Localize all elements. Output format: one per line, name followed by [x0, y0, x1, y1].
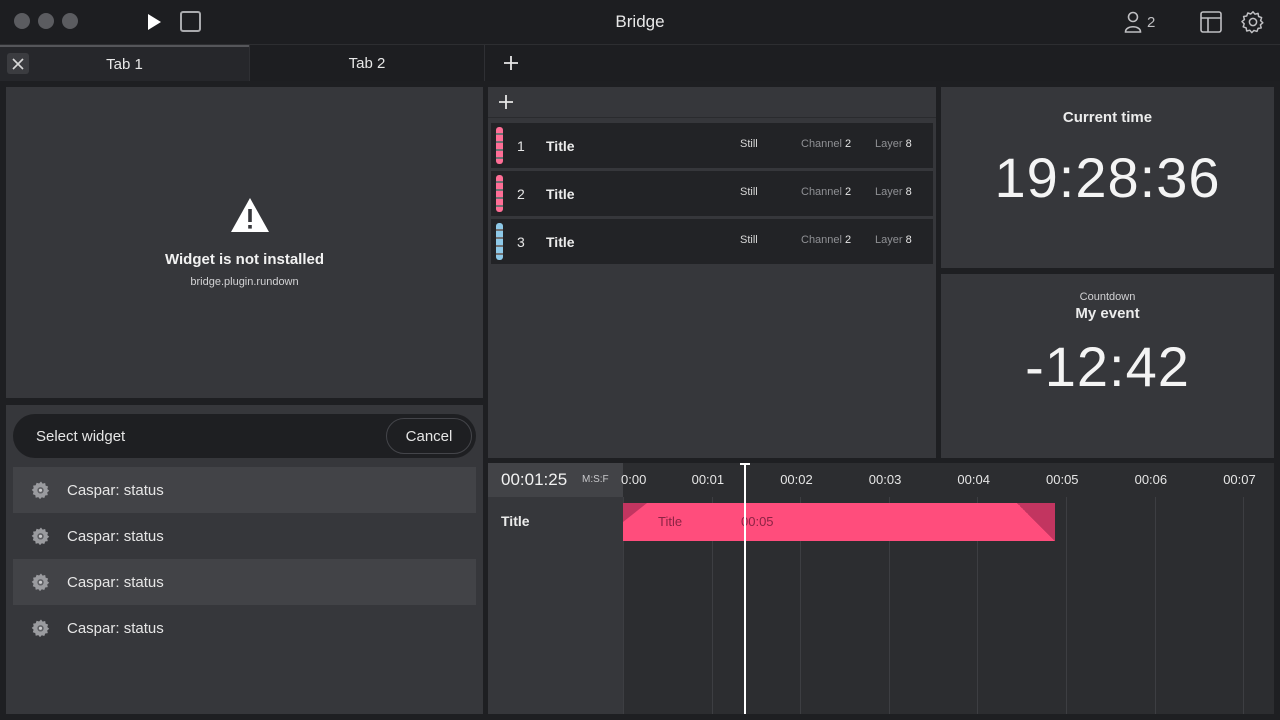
widget-list-item[interactable]: Caspar: status: [13, 559, 476, 605]
rundown-row[interactable]: 1 Title Still Channel 2 Layer 8: [491, 123, 933, 168]
current-time-panel: Current time 19:28:36: [941, 87, 1274, 268]
rundown-row-layer: Layer 8: [875, 186, 912, 198]
track-names: Title: [488, 497, 623, 714]
user-count: 2: [1147, 13, 1156, 31]
rundown-row-number: 3: [517, 234, 525, 250]
add-tab-button[interactable]: [499, 51, 523, 75]
tab-1[interactable]: Tab 1: [0, 45, 249, 81]
widget-item-label: Caspar: status: [67, 619, 164, 637]
widget-gear-icon: [31, 526, 51, 546]
widget-list-item[interactable]: Caspar: status: [13, 605, 476, 651]
rundown-row-type: Still: [740, 234, 758, 246]
rundown-row-channel: Channel 2: [801, 234, 852, 246]
app-title: Bridge: [615, 12, 665, 31]
timeline-panel: 00:01:25 M:S:F 0:00 00:01 00:02 00:03 00:04 0…: [488, 463, 1274, 714]
ruler-tick-label: 00:07: [1223, 472, 1256, 487]
rundown-row-color: [496, 127, 503, 164]
rundown-row-title: Title: [546, 234, 575, 250]
warning-title: Widget is not installed: [164, 251, 325, 268]
rundown-row-color: [496, 223, 503, 260]
countdown-label: Countdown: [1079, 291, 1136, 303]
widget-selector-panel: Select widget Cancel Caspar: status Caspa…: [6, 405, 483, 714]
rundown-row[interactable]: 3 Title Still Channel 2 Layer 8: [491, 219, 933, 264]
rundown-header: [488, 87, 936, 118]
select-widget-label: Select widget: [36, 428, 126, 445]
rundown-row-type: Still: [740, 138, 758, 150]
plugin-id: bridge.plugin.rundown: [190, 276, 299, 288]
ruler-tick-label: 00:06: [1134, 472, 1168, 487]
timeline-time-format[interactable]: M:S:F: [582, 474, 609, 485]
rundown-row[interactable]: 2 Title Still Channel 2 Layer 8: [491, 171, 933, 216]
timeline-gridline: [1243, 497, 1245, 714]
timeline-gridline: [1066, 497, 1067, 714]
clip-in-handle[interactable]: [623, 503, 647, 522]
rundown-row-layer: Layer 8: [875, 234, 912, 246]
current-time-label: Current time: [1062, 109, 1153, 126]
rundown-row-title: Title: [546, 186, 575, 202]
ruler-tick-label: 00:04: [957, 472, 990, 487]
widget-item-label: Caspar: status: [67, 481, 164, 499]
select-widget-bar: Select widget Cancel: [13, 414, 476, 458]
playhead-handle[interactable]: [740, 463, 750, 465]
rundown-row-color: [496, 175, 503, 212]
tab-bar: Tab 1 Tab 2: [0, 44, 1280, 81]
timeline-header: 00:01:25 M:S:F 0:00 00:01 00:02 00:03 00:04 0…: [488, 463, 1274, 497]
playhead[interactable]: [744, 463, 746, 714]
widget-item-label: Caspar: status: [67, 527, 164, 545]
current-time-value: 19:28:36: [994, 146, 1221, 209]
rundown-row-type: Still: [740, 186, 758, 198]
timeline-gridline: [1154, 497, 1156, 714]
layout-icon[interactable]: [1199, 10, 1223, 34]
tab-label: Tab 1: [106, 55, 143, 73]
timeline-current-time: 00:01:25: [501, 470, 568, 489]
rundown-row-layer: Layer 8: [875, 138, 912, 150]
track-label: Title: [501, 513, 530, 529]
tab-2[interactable]: Tab 2: [249, 45, 485, 81]
rundown-panel: 1 Title Still Channel 2 Layer 8 2 Title Still Ch…: [488, 87, 936, 458]
timeline-clock: 00:01:25 M:S:F: [488, 463, 623, 497]
user-icon: [1124, 11, 1142, 33]
warning-icon: [231, 198, 269, 232]
clip-title: Title: [658, 514, 683, 529]
close-icon: [12, 57, 24, 70]
missing-widget-panel: Widget is not installed bridge.plugin.ru…: [6, 87, 483, 398]
add-item-icon[interactable]: [496, 92, 516, 112]
title-bar: Bridge 2: [0, 0, 1280, 44]
ruler-tick-label: 00:03: [868, 472, 902, 487]
ruler-tick-label: 00:02: [780, 472, 813, 487]
ruler-tick-label: 0:00: [621, 472, 647, 487]
widget-gear-icon: [31, 572, 51, 592]
users-indicator[interactable]: 2: [1124, 10, 1155, 34]
cancel-button[interactable]: Cancel: [386, 418, 472, 454]
rundown-row-title: Title: [546, 138, 575, 154]
timeline-clip[interactable]: Title 00:05: [623, 503, 1055, 541]
close-tab-button[interactable]: [7, 53, 29, 74]
countdown-event: My event: [1075, 305, 1140, 322]
widget-list-item[interactable]: Caspar: status: [13, 513, 476, 559]
timeline-ruler[interactable]: 0:00 00:01 00:02 00:03 00:04 00:05 00:06 00:07: [621, 463, 1274, 497]
tab-label: Tab 2: [348, 54, 386, 72]
widget-gear-icon: [31, 618, 51, 638]
ruler-tick-label: 00:01: [691, 472, 725, 487]
countdown-panel: Countdown My event -12:42: [941, 274, 1274, 458]
rundown-row-channel: Channel 2: [801, 186, 852, 198]
plus-icon: [504, 56, 518, 70]
ruler-tick-label: 00:05: [1046, 472, 1079, 487]
widget-gear-icon: [31, 480, 51, 500]
countdown-value: -12:42: [1025, 335, 1190, 398]
timeline-body: Title Title 00:05: [488, 497, 1274, 714]
settings-gear-icon[interactable]: [1241, 10, 1265, 34]
widget-item-label: Caspar: status: [67, 573, 164, 591]
rundown-row-channel: Channel 2: [801, 138, 852, 150]
rundown-row-number: 1: [517, 138, 525, 154]
widget-list-item[interactable]: Caspar: status: [13, 467, 476, 513]
clip-out-handle[interactable]: [1017, 503, 1055, 541]
rundown-row-number: 2: [517, 186, 525, 202]
